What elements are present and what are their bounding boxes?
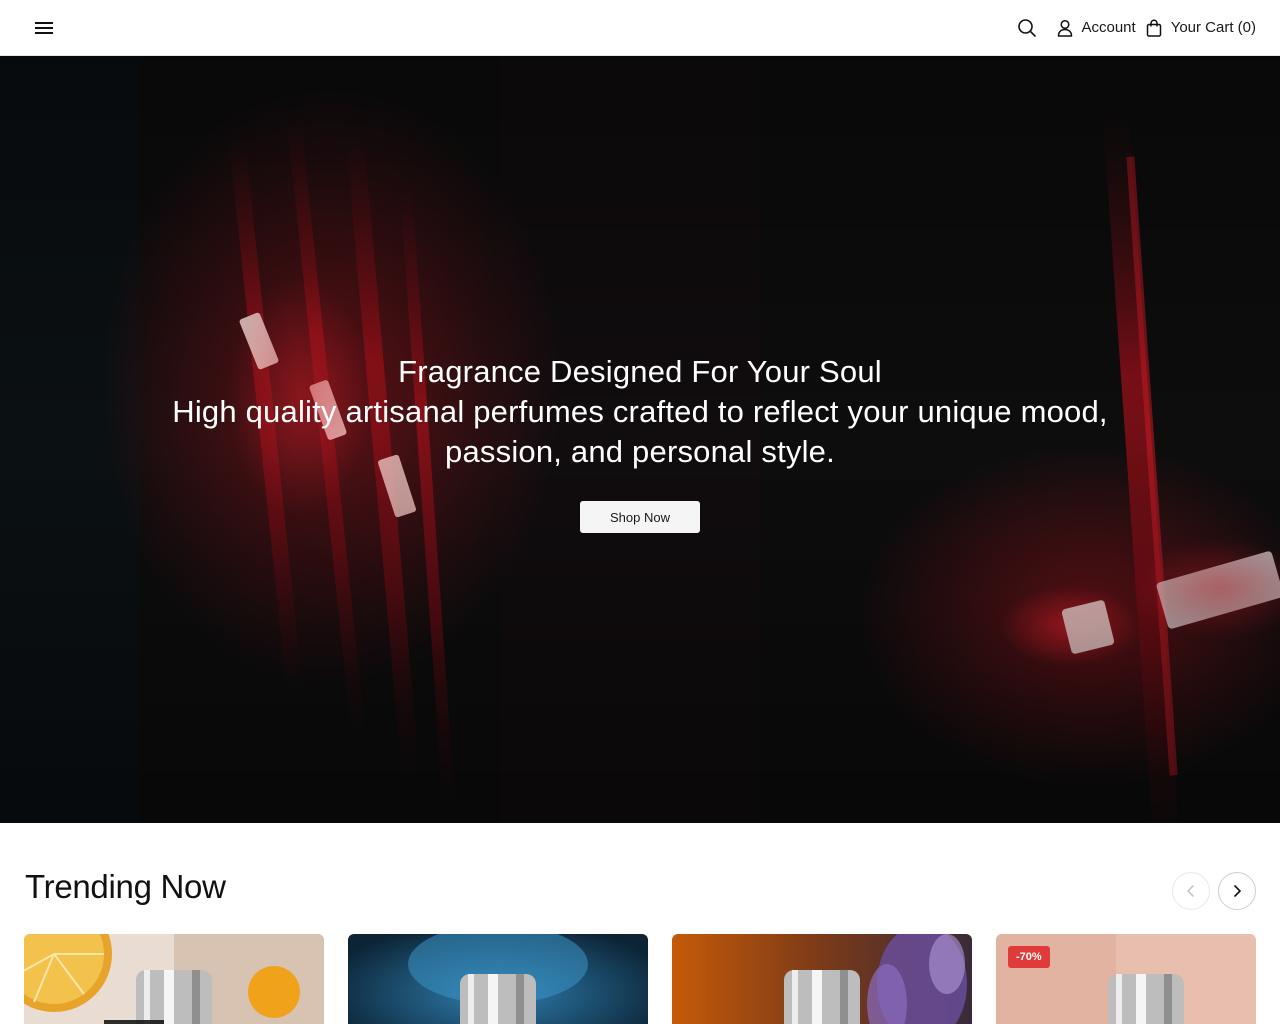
hero-banner: Fragrance Designed For Your Soul High qu… [0, 56, 1280, 823]
cart-label: Your Cart (0) [1170, 19, 1256, 36]
sale-badge: -70% [1008, 946, 1050, 968]
chevron-left-icon [1187, 885, 1194, 897]
trending-title: Trending Now [25, 868, 226, 905]
user-icon [1058, 19, 1073, 37]
perfume-bottle-citrus [24, 934, 324, 1024]
perfume-bottle-blue [348, 934, 648, 1024]
chevron-right-icon [1234, 885, 1241, 897]
account-label: Account [1081, 19, 1136, 36]
product-card[interactable] [24, 934, 324, 1024]
perfume-bottle-lavender [672, 934, 972, 1024]
product-card[interactable] [672, 934, 972, 1024]
hero-content: Fragrance Designed For Your Soul High qu… [0, 352, 1280, 533]
product-card[interactable]: -70% [996, 934, 1256, 1024]
shop-now-button[interactable]: Shop Now [580, 501, 700, 533]
site-header: Account Your Cart (0) [0, 0, 1280, 56]
account-link[interactable]: Account [1057, 19, 1136, 37]
cart-link[interactable]: Your Cart (0) [1146, 18, 1256, 37]
hero-title: Fragrance Designed For Your Soul [398, 354, 882, 389]
search-icon[interactable] [1017, 18, 1037, 38]
header-actions: Account Your Cart (0) [1017, 0, 1256, 56]
carousel-next-button[interactable] [1218, 872, 1256, 910]
hamburger-menu-icon[interactable] [32, 16, 56, 40]
product-card[interactable] [348, 934, 648, 1024]
carousel-prev-button[interactable] [1172, 872, 1210, 910]
hero-subtitle: High quality artisanal perfumes crafted … [172, 394, 1108, 469]
shopping-bag-icon [1146, 18, 1161, 37]
